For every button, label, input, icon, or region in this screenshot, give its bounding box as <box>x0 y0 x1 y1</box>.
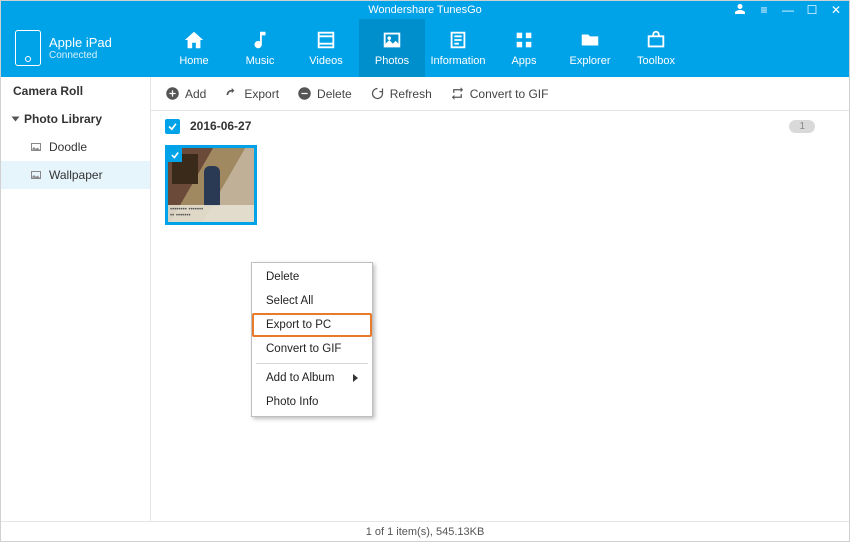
group-checkbox[interactable] <box>165 119 180 134</box>
sidebar-item-wallpaper[interactable]: Wallpaper <box>1 161 150 189</box>
tab-music[interactable]: Music <box>227 19 293 77</box>
sidebar-doodle-label: Doodle <box>49 140 87 154</box>
header: Apple iPad Connected Home Music Videos P… <box>1 19 849 77</box>
tab-photos-label: Photos <box>375 55 409 67</box>
group-date: 2016-06-27 <box>190 119 251 133</box>
sidebar-wallpaper-label: Wallpaper <box>49 168 103 182</box>
picture-icon <box>29 141 43 153</box>
minimize-button[interactable]: — <box>781 3 795 17</box>
photo-caption: •••••••• ••••••••• ••••••• <box>168 205 254 222</box>
convert-gif-label: Convert to GIF <box>470 87 549 101</box>
tab-apps[interactable]: Apps <box>491 19 557 77</box>
tab-music-label: Music <box>246 55 275 67</box>
context-photo-info[interactable]: Photo Info <box>252 390 372 414</box>
tab-toolbox-label: Toolbox <box>637 55 675 67</box>
maximize-button[interactable]: ☐ <box>805 3 819 17</box>
device-icon <box>15 30 41 66</box>
close-button[interactable]: ✕ <box>829 3 843 17</box>
tab-information-label: Information <box>430 55 485 67</box>
tab-toolbox[interactable]: Toolbox <box>623 19 689 77</box>
group-header: 2016-06-27 1 <box>151 111 849 141</box>
add-button[interactable]: Add <box>165 86 206 101</box>
group-count-badge: 1 <box>789 120 815 133</box>
context-select-all[interactable]: Select All <box>252 289 372 313</box>
export-label: Export <box>244 87 279 101</box>
context-menu: Delete Select All Export to PC Convert t… <box>251 262 373 417</box>
status-text: 1 of 1 item(s), 545.13KB <box>366 526 485 538</box>
tab-information[interactable]: Information <box>425 19 491 77</box>
context-add-album[interactable]: Add to Album <box>252 366 372 390</box>
context-separator <box>256 363 368 364</box>
delete-button[interactable]: Delete <box>297 86 352 101</box>
chevron-right-icon <box>353 374 358 382</box>
context-convert-gif[interactable]: Convert to GIF <box>252 337 372 361</box>
tab-explorer-label: Explorer <box>570 55 611 67</box>
tab-photos[interactable]: Photos <box>359 19 425 77</box>
title-bar: Wondershare TunesGo ≡ — ☐ ✕ <box>1 1 849 19</box>
sidebar: Camera Roll Photo Library Doodle Wallpap… <box>1 77 151 521</box>
tab-home-label: Home <box>179 55 208 67</box>
toolbar: Add Export Delete Refresh Convert to GIF <box>151 77 849 111</box>
tab-videos-label: Videos <box>309 55 342 67</box>
menu-icon[interactable]: ≡ <box>757 3 771 17</box>
refresh-button[interactable]: Refresh <box>370 86 432 101</box>
device-panel[interactable]: Apple iPad Connected <box>1 19 151 77</box>
sidebar-camera-roll-label: Camera Roll <box>13 84 83 98</box>
device-name: Apple iPad <box>49 35 112 50</box>
delete-label: Delete <box>317 87 352 101</box>
add-label: Add <box>185 87 206 101</box>
sidebar-item-doodle[interactable]: Doodle <box>1 133 150 161</box>
context-export-pc[interactable]: Export to PC <box>252 313 372 337</box>
convert-gif-button[interactable]: Convert to GIF <box>450 86 549 101</box>
photo-thumbnail[interactable]: •••••••• ••••••••• ••••••• <box>165 145 257 225</box>
tab-home[interactable]: Home <box>161 19 227 77</box>
sidebar-photo-library[interactable]: Photo Library <box>1 105 150 133</box>
context-delete[interactable]: Delete <box>252 265 372 289</box>
tab-videos[interactable]: Videos <box>293 19 359 77</box>
photo-checkbox[interactable] <box>168 148 182 162</box>
sidebar-camera-roll[interactable]: Camera Roll <box>1 77 150 105</box>
status-bar: 1 of 1 item(s), 545.13KB <box>1 521 849 541</box>
app-title: Wondershare TunesGo <box>368 4 482 16</box>
main-tabs: Home Music Videos Photos Information App… <box>161 19 689 77</box>
tab-explorer[interactable]: Explorer <box>557 19 623 77</box>
tab-apps-label: Apps <box>511 55 536 67</box>
picture-icon <box>29 169 43 181</box>
caret-down-icon <box>12 117 20 122</box>
device-status: Connected <box>49 50 112 61</box>
user-icon[interactable] <box>733 3 747 18</box>
refresh-label: Refresh <box>390 87 432 101</box>
export-button[interactable]: Export <box>224 86 279 101</box>
sidebar-photo-library-label: Photo Library <box>24 112 102 126</box>
